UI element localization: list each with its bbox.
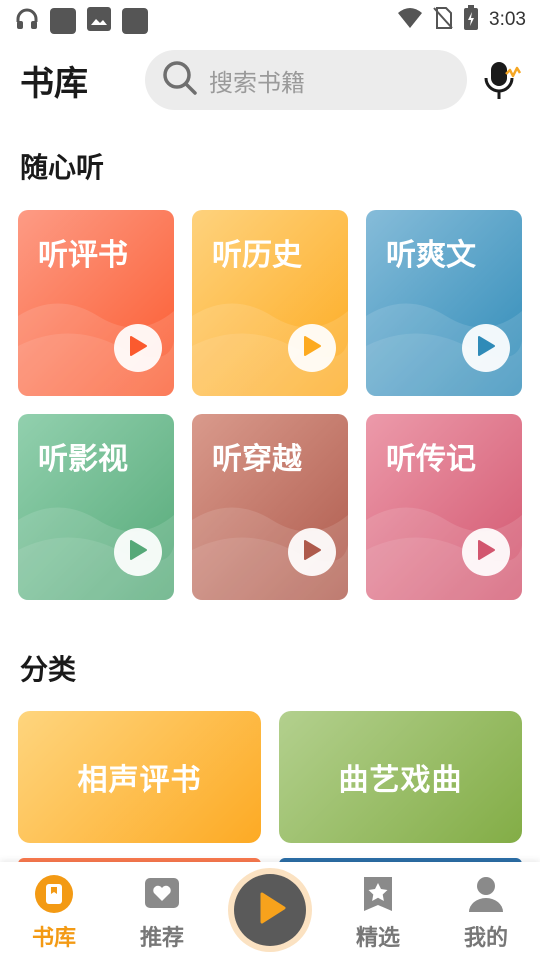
category-label: 相声评书	[77, 763, 202, 798]
notification-square-icon	[122, 8, 148, 34]
category-card-crosstalk[interactable]: 相声评书	[18, 711, 261, 843]
card-listen-pingshu[interactable]: 听评书	[18, 210, 174, 396]
nav-item-featured[interactable]: 精选	[338, 874, 418, 952]
header: 书库 搜索书籍	[0, 46, 540, 114]
status-time: 3:03	[489, 9, 526, 30]
nav-item-mine[interactable]: 我的	[446, 874, 526, 952]
page-title: 书库	[20, 64, 88, 104]
card-listen-timetravel[interactable]: 听穿越	[192, 414, 348, 600]
nav-item-recommend[interactable]: 推荐	[122, 874, 202, 952]
play-icon	[302, 539, 322, 565]
card-label: 听传记	[386, 442, 476, 477]
card-listen-biography[interactable]: 听传记	[366, 414, 522, 600]
nav-label-mine: 我的	[463, 926, 508, 951]
play-button[interactable]	[462, 324, 510, 372]
category-label: 曲艺戏曲	[338, 763, 463, 798]
play-button[interactable]	[288, 324, 336, 372]
nav-label-recommend: 推荐	[139, 926, 184, 951]
card-listen-shuangwen[interactable]: 听爽文	[366, 210, 522, 396]
search-placeholder: 搜索书籍	[209, 68, 305, 97]
play-icon	[128, 335, 148, 361]
play-icon	[128, 539, 148, 565]
play-button[interactable]	[114, 528, 162, 576]
category-card-opera[interactable]: 曲艺戏曲	[279, 711, 522, 843]
bottom-nav: 书库 推荐 精选 我的	[0, 862, 540, 960]
no-sim-icon	[433, 6, 453, 34]
nav-label-library: 书库	[31, 926, 76, 951]
card-listen-history[interactable]: 听历史	[192, 210, 348, 396]
play-icon	[302, 335, 322, 361]
status-bar: 3:03	[0, 0, 540, 36]
search-icon	[161, 59, 199, 101]
image-icon	[86, 6, 112, 36]
nav-item-library[interactable]: 书库	[14, 874, 94, 952]
heart-icon	[142, 874, 182, 914]
battery-charging-icon	[463, 5, 479, 35]
play-button[interactable]	[462, 528, 510, 576]
headphones-icon	[14, 6, 40, 36]
center-play-button[interactable]	[228, 868, 312, 952]
card-label: 听爽文	[386, 238, 476, 273]
card-label: 听评书	[38, 238, 128, 273]
search-input[interactable]: 搜索书籍	[145, 50, 467, 110]
play-icon	[476, 335, 496, 361]
card-label: 听穿越	[212, 442, 302, 477]
card-label: 听历史	[212, 238, 302, 273]
user-icon	[466, 874, 506, 914]
star-icon	[358, 874, 398, 914]
wifi-icon	[397, 7, 423, 33]
card-listen-film[interactable]: 听影视	[18, 414, 174, 600]
section-title-listen: 随心听	[20, 151, 105, 184]
play-icon	[250, 888, 290, 932]
bookshelf-icon	[34, 874, 74, 914]
section-title-category: 分类	[20, 653, 77, 686]
voice-mic-icon[interactable]	[480, 58, 524, 102]
nav-label-featured: 精选	[355, 926, 400, 951]
card-label: 听影视	[38, 442, 128, 477]
play-icon	[476, 539, 496, 565]
play-button[interactable]	[114, 324, 162, 372]
play-button[interactable]	[288, 528, 336, 576]
notification-square-icon	[50, 8, 76, 34]
